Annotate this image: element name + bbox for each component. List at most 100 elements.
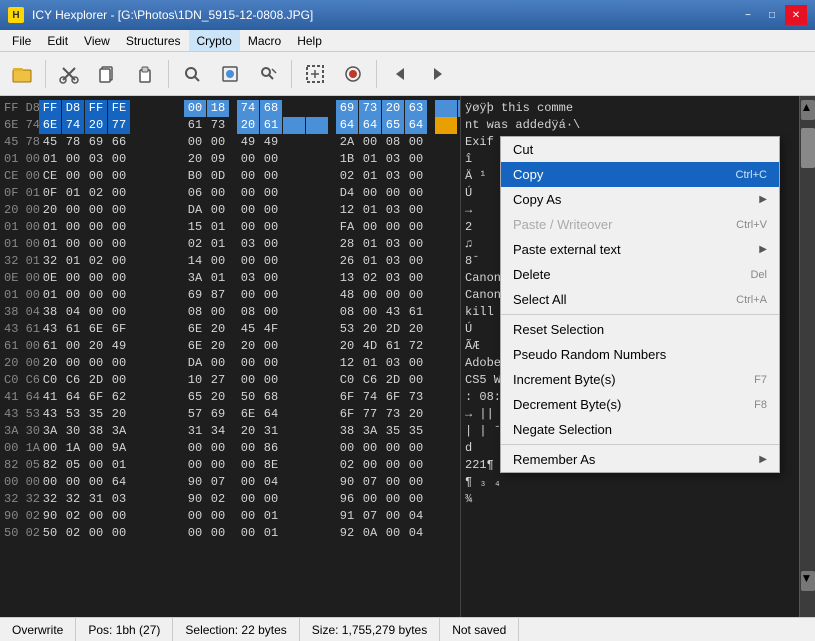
hex-byte[interactable] [306, 117, 328, 134]
hex-byte[interactable]: 00 [85, 236, 107, 253]
hex-byte[interactable] [306, 151, 328, 168]
search-button[interactable] [174, 56, 210, 92]
hex-byte[interactable] [435, 474, 457, 491]
hex-byte[interactable]: 00 [108, 355, 130, 372]
hex-byte[interactable]: 50 [237, 389, 259, 406]
context-menu-item-increment-bytes[interactable]: Increment Byte(s)F7 [501, 367, 779, 392]
hex-byte[interactable]: 00 [359, 185, 381, 202]
hex-byte[interactable]: 00 [260, 236, 282, 253]
hex-byte[interactable] [435, 440, 457, 457]
hex-byte[interactable]: 20 [405, 406, 427, 423]
hex-byte[interactable] [435, 525, 457, 542]
hex-byte[interactable]: 68 [260, 100, 282, 117]
hex-byte[interactable]: 00 [237, 440, 259, 457]
hex-byte[interactable] [138, 117, 160, 134]
hex-byte[interactable] [306, 185, 328, 202]
context-menu-item-copy[interactable]: CopyCtrl+C [501, 162, 779, 187]
record-button[interactable] [335, 56, 371, 92]
hex-byte[interactable] [138, 236, 160, 253]
hex-byte[interactable] [435, 185, 457, 202]
hex-byte[interactable]: 6F [85, 389, 107, 406]
hex-byte[interactable] [435, 151, 457, 168]
hex-byte[interactable]: 2D [85, 372, 107, 389]
hex-byte[interactable] [283, 185, 305, 202]
hex-byte[interactable]: 73 [382, 406, 404, 423]
hex-byte[interactable]: 00 [85, 525, 107, 542]
hex-byte[interactable]: 02 [184, 236, 206, 253]
hex-byte[interactable]: 6F [382, 389, 404, 406]
hex-byte[interactable]: 00 [405, 185, 427, 202]
hex-byte[interactable]: 86 [260, 440, 282, 457]
hex-byte[interactable]: 01 [207, 236, 229, 253]
hex-byte[interactable]: 3A [108, 423, 130, 440]
context-menu-item-reset-selection[interactable]: Reset Selection [501, 317, 779, 342]
hex-byte[interactable] [161, 355, 183, 372]
hex-byte[interactable] [306, 253, 328, 270]
hex-byte[interactable] [435, 338, 457, 355]
hex-byte[interactable] [138, 372, 160, 389]
hex-byte[interactable]: 01 [207, 270, 229, 287]
hex-byte[interactable] [435, 236, 457, 253]
hex-byte[interactable]: 07 [207, 474, 229, 491]
hex-byte[interactable]: 73 [207, 117, 229, 134]
hex-byte[interactable]: 45 [39, 134, 61, 151]
hex-byte[interactable]: 00 [62, 287, 84, 304]
hex-byte[interactable]: 15 [184, 219, 206, 236]
hex-byte[interactable]: 03 [382, 236, 404, 253]
hex-byte[interactable]: 00 [359, 491, 381, 508]
hex-byte[interactable]: 04 [405, 508, 427, 525]
hex-byte[interactable] [138, 134, 160, 151]
hex-byte[interactable] [138, 185, 160, 202]
hex-byte[interactable]: 00 [260, 219, 282, 236]
hex-byte[interactable]: 00 [108, 508, 130, 525]
hex-byte[interactable]: FA [336, 219, 358, 236]
hex-byte[interactable]: 20 [359, 321, 381, 338]
hex-byte[interactable]: 08 [237, 304, 259, 321]
hex-byte[interactable]: 73 [359, 100, 381, 117]
hex-byte[interactable]: 01 [260, 508, 282, 525]
hex-byte[interactable]: 00 [382, 491, 404, 508]
menu-edit[interactable]: Edit [39, 30, 76, 51]
back-button[interactable] [382, 56, 418, 92]
hex-byte[interactable]: 3A [359, 423, 381, 440]
hex-byte[interactable] [161, 134, 183, 151]
hex-byte[interactable]: 00 [85, 219, 107, 236]
hex-byte[interactable]: 00 [237, 372, 259, 389]
hex-byte[interactable]: 3A [184, 270, 206, 287]
hex-byte[interactable]: 77 [359, 406, 381, 423]
hex-byte[interactable] [161, 253, 183, 270]
hex-byte[interactable]: 00 [207, 304, 229, 321]
hex-byte[interactable] [161, 474, 183, 491]
hex-byte[interactable]: 61 [184, 117, 206, 134]
hex-byte[interactable] [161, 372, 183, 389]
hex-byte[interactable]: 00 [260, 202, 282, 219]
hex-byte[interactable]: 00 [237, 168, 259, 185]
hex-byte[interactable] [161, 202, 183, 219]
hex-byte[interactable] [161, 389, 183, 406]
hex-byte[interactable] [435, 134, 457, 151]
hex-byte[interactable]: 61 [62, 321, 84, 338]
hex-byte[interactable]: 00 [62, 202, 84, 219]
hex-byte[interactable] [306, 338, 328, 355]
hex-byte[interactable]: 20 [207, 389, 229, 406]
hex-byte[interactable] [306, 168, 328, 185]
hex-byte[interactable] [283, 117, 305, 134]
hex-byte[interactable] [138, 457, 160, 474]
hex-byte[interactable]: 00 [260, 185, 282, 202]
hex-byte[interactable] [138, 151, 160, 168]
hex-byte[interactable]: 34 [207, 423, 229, 440]
hex-byte[interactable] [435, 389, 457, 406]
hex-byte[interactable]: 01 [108, 457, 130, 474]
hex-byte[interactable]: 30 [62, 423, 84, 440]
hex-byte[interactable]: 92 [336, 525, 358, 542]
hex-byte[interactable]: 00 [237, 355, 259, 372]
hex-byte[interactable]: 87 [207, 287, 229, 304]
hex-byte[interactable] [435, 219, 457, 236]
hex-byte[interactable]: 00 [237, 151, 259, 168]
hex-byte[interactable] [306, 491, 328, 508]
hex-byte[interactable] [283, 457, 305, 474]
hex-byte[interactable]: 01 [359, 168, 381, 185]
hex-byte[interactable] [161, 508, 183, 525]
hex-byte[interactable] [283, 219, 305, 236]
hex-byte[interactable]: 00 [108, 287, 130, 304]
